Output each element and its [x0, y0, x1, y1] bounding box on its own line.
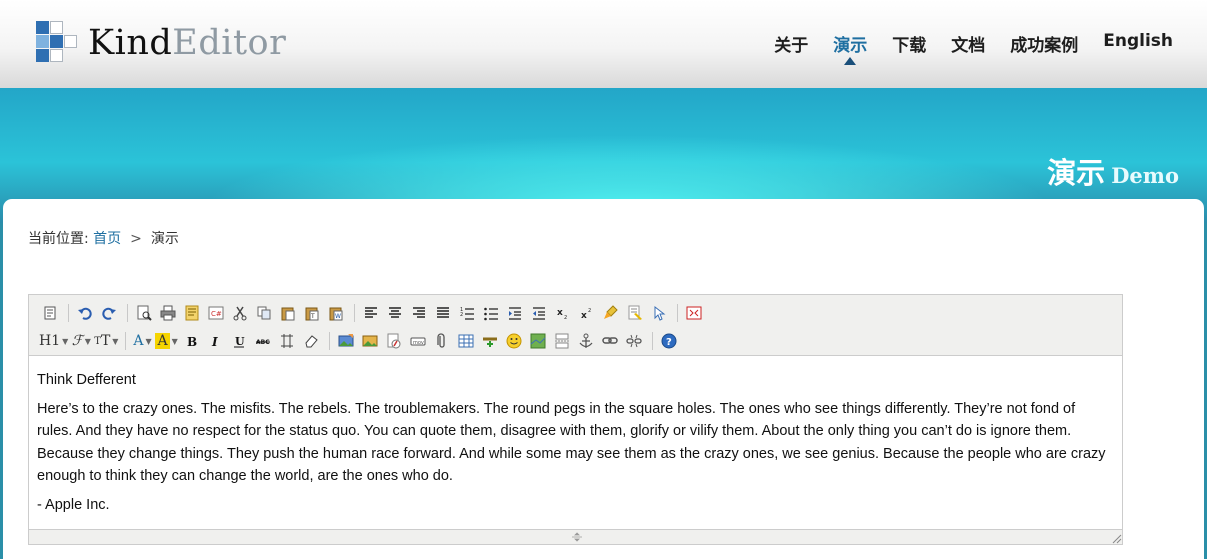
content-signature: - Apple Inc. [37, 496, 110, 513]
print-icon[interactable] [157, 302, 179, 324]
select-all-icon[interactable] [648, 302, 670, 324]
nav-cases[interactable]: 成功案例 [1010, 31, 1078, 56]
multi-image-icon[interactable] [359, 330, 381, 352]
svg-text:x: x [581, 311, 587, 321]
corner-resize-icon[interactable] [1111, 533, 1122, 544]
outdent-icon[interactable] [528, 302, 550, 324]
justify-center-icon[interactable] [384, 302, 406, 324]
svg-text:x: x [557, 308, 563, 318]
heading-dropdown[interactable]: H1 ▼ [39, 330, 68, 352]
resize-grip-icon[interactable] [569, 532, 585, 542]
subscript-icon[interactable]: x2 [552, 302, 574, 324]
active-caret-icon [844, 57, 857, 65]
content-heading-line: Think Defferent [37, 372, 136, 388]
link-icon[interactable] [599, 330, 621, 352]
source-icon[interactable] [39, 302, 61, 324]
logo-text: KindEditor [88, 23, 287, 63]
editor-statusbar [29, 529, 1122, 544]
remove-format-icon[interactable] [300, 330, 322, 352]
ordered-list-icon[interactable]: 12 [456, 302, 478, 324]
table-icon[interactable] [455, 330, 477, 352]
unordered-list-icon[interactable] [480, 302, 502, 324]
code-icon[interactable]: C# [205, 302, 227, 324]
nav-docs[interactable]: 文档 [951, 31, 985, 56]
breadcrumb-prefix: 当前位置: [28, 231, 89, 247]
breadcrumb: 当前位置: 首页 > 演示 [28, 228, 179, 248]
content-paragraph: Here’s to the crazy ones. The misfits. T… [37, 400, 1106, 485]
underline-icon[interactable]: U [228, 330, 250, 352]
about-icon[interactable]: ? [658, 330, 680, 352]
page-break-icon[interactable] [551, 330, 573, 352]
toolbar-row-2: H1▼ ℱ▼ TT▼ A▼ A▼ B I U ABC mov [39, 327, 1122, 355]
svg-text:B: B [187, 335, 197, 349]
main-nav: 关于 演示 下载 文档 成功案例 English [749, 31, 1173, 65]
map-icon[interactable] [527, 330, 549, 352]
paste-icon[interactable] [277, 302, 299, 324]
quick-format-icon[interactable] [624, 302, 646, 324]
content-panel: 当前位置: 首页 > 演示 C# T W 1 2 x 2 x 2 H1 ▼ ℱ … [3, 199, 1204, 559]
breadcrumb-separator: > [130, 231, 142, 247]
hilite-color-dropdown[interactable]: A ▼ [155, 330, 178, 352]
bold-icon[interactable]: B [180, 330, 202, 352]
redo-icon[interactable] [98, 302, 120, 324]
banner-title: 演示 Demo [1047, 156, 1179, 190]
font-size-dropdown[interactable]: T T ▼ [94, 330, 118, 352]
svg-text:2: 2 [460, 312, 463, 318]
site-logo[interactable]: KindEditor [36, 20, 286, 66]
site-header: KindEditor 关于 演示 下载 文档 成功案例 English [0, 0, 1207, 88]
preview-icon[interactable] [133, 302, 155, 324]
undo-icon[interactable] [74, 302, 96, 324]
emoticons-icon[interactable] [503, 330, 525, 352]
indent-icon[interactable] [504, 302, 526, 324]
nav-demo[interactable]: 演示 [833, 31, 867, 65]
editor-content-area[interactable]: Think Defferent Here’s to the crazy ones… [29, 356, 1122, 516]
line-height-icon[interactable] [276, 330, 298, 352]
flash-icon[interactable] [383, 330, 405, 352]
cut-icon[interactable] [229, 302, 251, 324]
svg-text:I: I [211, 335, 218, 349]
clear-html-icon[interactable] [600, 302, 622, 324]
toolbar-row-1: C# T W 12 x2 x2 [39, 299, 1122, 327]
svg-text:?: ? [666, 337, 672, 348]
justify-left-icon[interactable] [360, 302, 382, 324]
svg-text:2: 2 [564, 315, 567, 321]
fullscreen-icon[interactable] [683, 302, 705, 324]
svg-text:mov: mov [413, 340, 424, 346]
strikethrough-icon[interactable]: ABC [252, 330, 274, 352]
copy-icon[interactable] [253, 302, 275, 324]
nav-download[interactable]: 下载 [892, 31, 926, 56]
superscript-icon[interactable]: x2 [576, 302, 598, 324]
breadcrumb-current: 演示 [150, 231, 179, 247]
media-icon[interactable]: mov [407, 330, 429, 352]
svg-text:C#: C# [211, 310, 222, 318]
insert-file-icon[interactable] [431, 330, 453, 352]
logo-mark-icon [36, 21, 77, 65]
fore-color-dropdown[interactable]: A ▼ [131, 330, 153, 352]
svg-text:W: W [335, 313, 341, 320]
paste-plain-icon[interactable]: T [301, 302, 323, 324]
horizontal-rule-icon[interactable] [479, 330, 501, 352]
justify-full-icon[interactable] [432, 302, 454, 324]
template-icon[interactable] [181, 302, 203, 324]
svg-text:2: 2 [588, 308, 591, 314]
anchor-icon[interactable] [575, 330, 597, 352]
rich-text-editor: C# T W 12 x2 x2 H1 ▼ ℱ ▼ T T ▼ A ▼ A ▼ B… [28, 294, 1123, 545]
font-name-dropdown[interactable]: ℱ ▼ [70, 330, 92, 352]
paste-word-icon[interactable]: W [325, 302, 347, 324]
editor-toolbar: C# T W 12 x2 x2 H1 ▼ ℱ ▼ T T ▼ A ▼ A ▼ B… [29, 295, 1122, 356]
unlink-icon[interactable] [623, 330, 645, 352]
breadcrumb-home-link[interactable]: 首页 [93, 231, 121, 247]
image-icon[interactable] [335, 330, 357, 352]
svg-text:U: U [235, 335, 245, 348]
nav-english[interactable]: English [1103, 31, 1173, 56]
svg-text:T: T [310, 313, 315, 320]
italic-icon[interactable]: I [204, 330, 226, 352]
nav-about[interactable]: 关于 [774, 31, 808, 56]
justify-right-icon[interactable] [408, 302, 430, 324]
